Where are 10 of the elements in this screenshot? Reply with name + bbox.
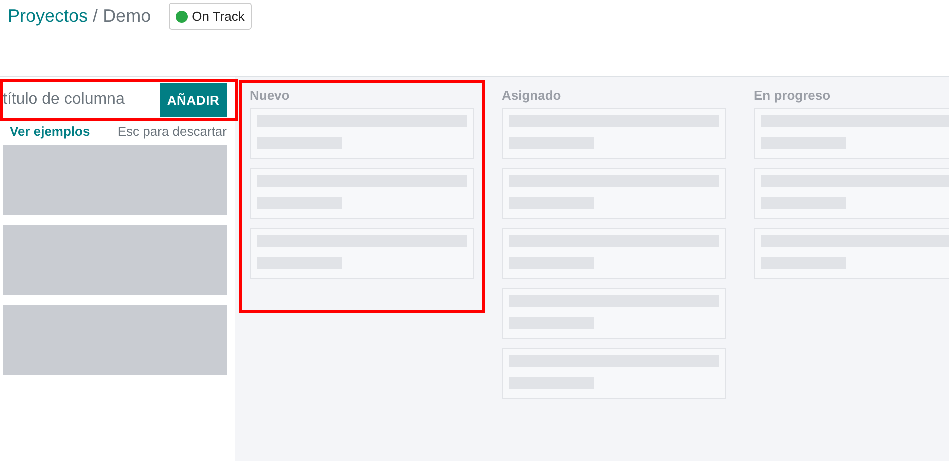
breadcrumb-separator: / [93,6,98,27]
column-title: En progreso [754,88,832,105]
column-title: Nuevo [250,88,291,105]
add-button[interactable]: AÑADIR [160,83,227,117]
examples-link[interactable]: Ver ejemplos [10,124,90,139]
breadcrumb-link[interactable]: Proyectos [8,6,88,27]
hint-text: Esc para descartar [118,124,227,139]
breadcrumb-current: Demo [103,6,152,27]
status-button[interactable]: On Track [169,3,252,30]
column-title: Asignado [502,88,562,105]
